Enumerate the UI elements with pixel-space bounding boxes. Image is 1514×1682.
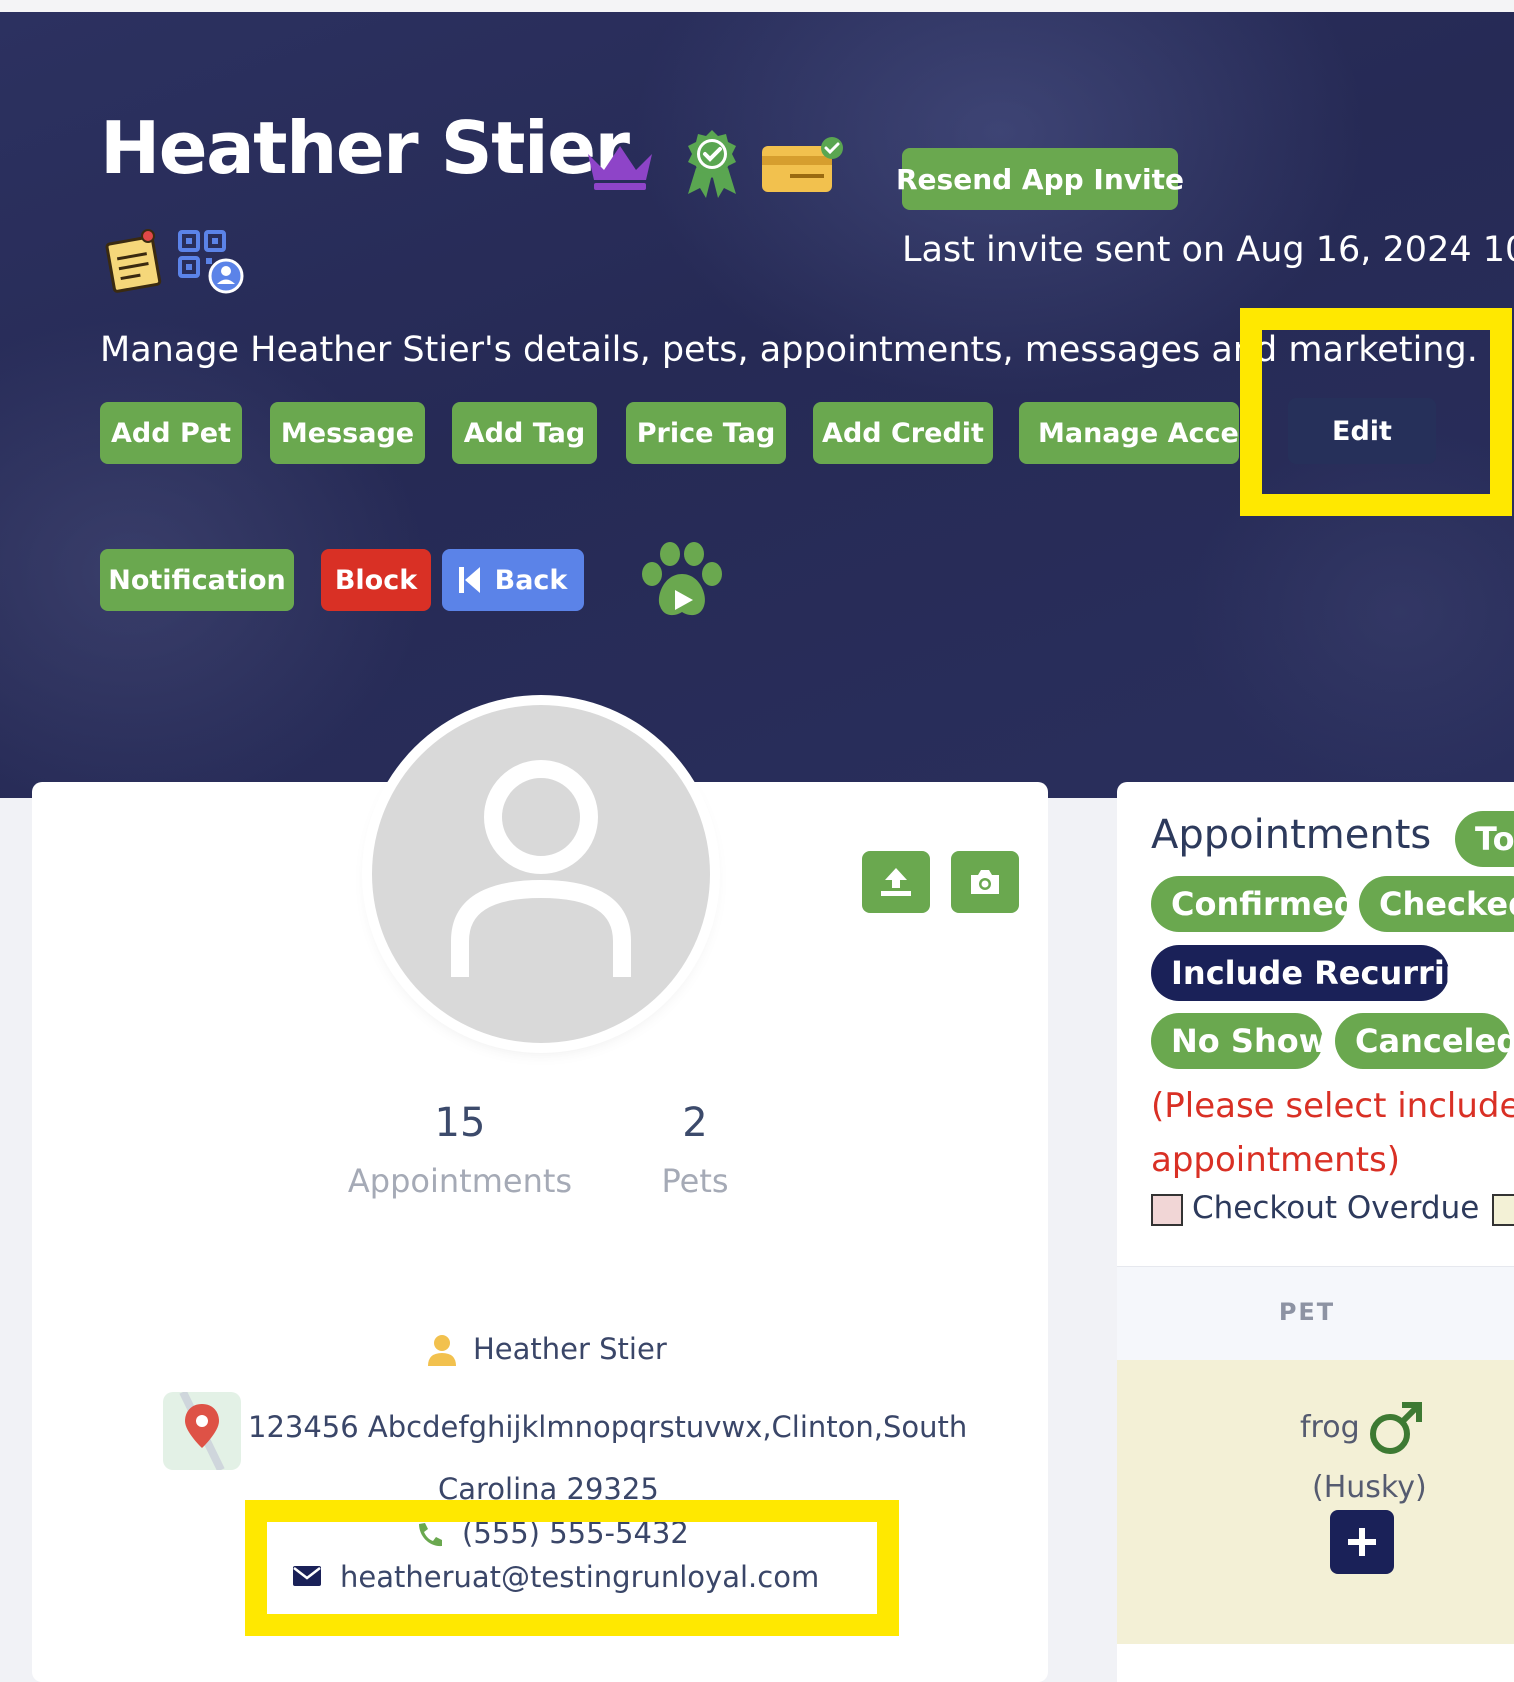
add-pet-button[interactable]: Add Pet	[100, 402, 242, 464]
back-button-label: Back	[494, 564, 568, 596]
checkout-overdue-swatch	[1151, 1194, 1183, 1226]
add-tag-button[interactable]: Add Tag	[452, 402, 597, 464]
add-appointment-button[interactable]	[1330, 1510, 1394, 1574]
paw-play-icon[interactable]	[638, 540, 726, 622]
upload-photo-button[interactable]	[862, 851, 930, 913]
legend-swatch-2	[1492, 1194, 1514, 1226]
header-subtitle: Manage Heather Stier's details, pets, ap…	[100, 330, 1478, 370]
profile-name: Heather Stier	[473, 1332, 667, 1366]
price-tag-button[interactable]: Price Tag	[626, 402, 786, 464]
verified-badge-icon[interactable]	[682, 128, 742, 198]
last-invite-text: Last invite sent on Aug 16, 2024 10:32	[902, 230, 1514, 270]
plus-icon	[1348, 1528, 1376, 1556]
male-icon	[1370, 1402, 1422, 1454]
resend-app-invite-button[interactable]: Resend App Invite	[896, 148, 1184, 210]
qr-code-user-icon[interactable]	[176, 228, 248, 294]
filter-no-show[interactable]: No Show	[1151, 1013, 1328, 1069]
phone-number[interactable]: (555) 555-5432	[462, 1516, 689, 1550]
phone-icon	[419, 1523, 442, 1547]
block-button[interactable]: Block	[321, 549, 431, 611]
filter-canceled[interactable]: Canceled	[1335, 1013, 1514, 1069]
address-line-1: 123456 Abcdefghijklmnopqrstuvwx,Clinton,…	[248, 1410, 968, 1444]
avatar[interactable]	[372, 705, 710, 1043]
camera-icon	[971, 870, 999, 894]
envelope-icon	[293, 1566, 321, 1586]
appointments-label: Appointments	[347, 1162, 573, 1200]
appointments-count: 15	[434, 1100, 486, 1146]
message-button[interactable]: Message	[270, 402, 425, 464]
notification-button[interactable]: Notification	[100, 549, 294, 611]
filter-checked-in[interactable]: Checked-	[1359, 876, 1514, 932]
customer-name-title: Heather Stier	[100, 106, 630, 190]
filter-today[interactable]: To	[1455, 811, 1514, 867]
checkout-overdue-label: Checkout Overdue	[1192, 1190, 1480, 1226]
filter-include-recurring[interactable]: Include Recurring	[1151, 945, 1490, 1001]
filter-confirmed[interactable]: Confirmed	[1151, 876, 1357, 932]
edit-button[interactable]: Edit	[1288, 398, 1436, 464]
recurring-warning-line-1: (Please select include re	[1151, 1086, 1514, 1126]
crown-icon[interactable]	[584, 140, 656, 192]
take-photo-button[interactable]	[951, 851, 1019, 913]
credit-card-icon[interactable]	[760, 136, 844, 196]
column-header-pet: PET	[1278, 1298, 1336, 1326]
pets-count: 2	[682, 1100, 708, 1146]
upload-icon	[881, 868, 911, 896]
pet-breed: (Husky)	[1312, 1470, 1427, 1505]
top-strip	[0, 0, 1514, 12]
address-line-2: Carolina 29325	[438, 1472, 659, 1506]
back-icon	[458, 567, 480, 593]
map-pin-icon[interactable]	[163, 1392, 241, 1470]
sticky-note-icon[interactable]	[104, 226, 164, 294]
add-credit-button[interactable]: Add Credit	[813, 402, 993, 464]
default-user-icon	[451, 760, 631, 977]
email-address[interactable]: heatheruat@testingrunloyal.com	[340, 1560, 819, 1594]
recurring-warning-line-2: appointments)	[1151, 1140, 1401, 1180]
user-icon	[428, 1335, 456, 1366]
pet-name[interactable]: frog	[1300, 1410, 1360, 1445]
pets-label: Pets	[661, 1162, 729, 1200]
appointments-title: Appointments	[1151, 812, 1432, 858]
back-button[interactable]: Back	[442, 549, 584, 611]
manage-access-button[interactable]: Manage Access	[1019, 402, 1239, 464]
